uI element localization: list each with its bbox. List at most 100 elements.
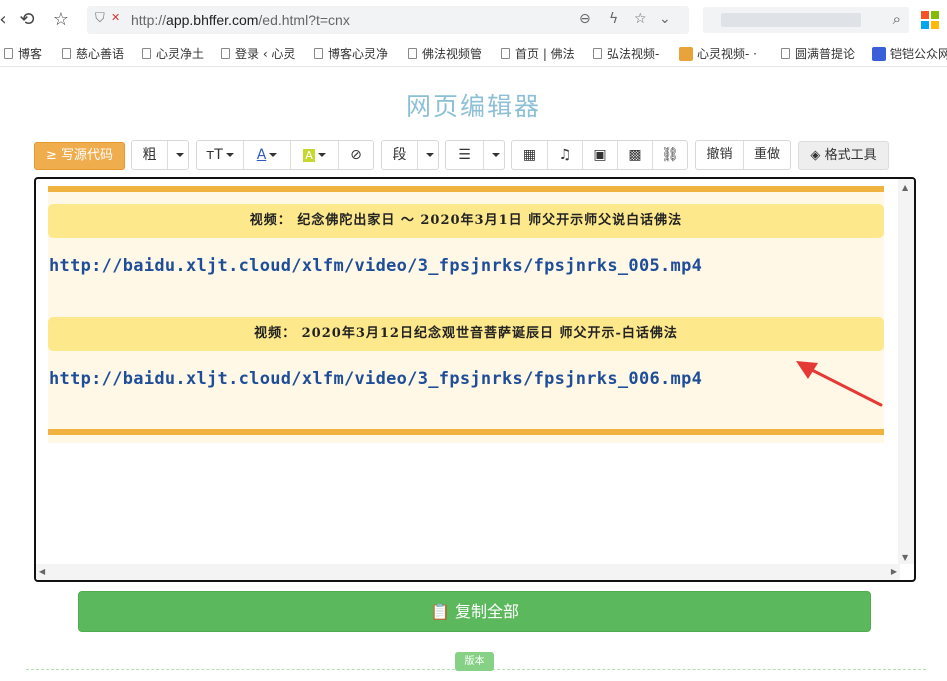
align-button[interactable]: ☰ <box>446 141 484 169</box>
bold-dropdown[interactable] <box>168 141 188 169</box>
align-group: ☰ <box>445 140 505 170</box>
search-icon[interactable]: ⌕ <box>893 10 901 28</box>
search-text-blurred <box>721 13 861 27</box>
page-icon <box>62 48 71 59</box>
terminal-icon: ≥ <box>45 148 57 163</box>
bottom-stripe <box>48 429 884 435</box>
chevron-down-icon[interactable]: ⌄ <box>659 11 671 27</box>
address-bar[interactable]: ⛉ ✕ http://app.bhffer.com/ed.html?t=cnx … <box>87 6 689 34</box>
clear-format-icon: ⊘ <box>350 147 362 163</box>
bookmark-item[interactable]: 心灵净土 <box>142 46 204 62</box>
caret-down-icon <box>491 153 500 157</box>
paragraph-button[interactable]: 段 <box>382 141 418 169</box>
font-color-button[interactable]: A <box>244 141 291 169</box>
page-title: 网页编辑器 <box>405 92 541 121</box>
bookmark-item[interactable]: 弘法视频- <box>593 46 659 62</box>
source-code-button[interactable]: ≥ 写源代码 <box>34 142 125 170</box>
bookmark-item[interactable]: 佛法视频管 <box>408 46 482 62</box>
horizontal-scrollbar[interactable]: ◀ ▶ <box>36 564 900 580</box>
bold-button[interactable]: 粗 <box>132 141 168 169</box>
insert-qrcode-button[interactable]: ▩ <box>618 141 653 169</box>
align-dropdown[interactable] <box>484 141 504 169</box>
caret-down-icon <box>425 153 434 157</box>
page-icon <box>4 48 13 59</box>
site-favicon-icon <box>872 47 886 61</box>
video-url[interactable]: http://baidu.xljt.cloud/xlfm/video/3_fps… <box>49 369 702 389</box>
clear-format-button[interactable]: ⊘ <box>339 141 373 169</box>
image-icon: ▣ <box>593 147 607 163</box>
scroll-up-icon[interactable]: ▲ <box>902 183 908 192</box>
browser-toolbar: ‹ ⟲ ☆ ⛉ ✕ http://app.bhffer.com/ed.html?… <box>0 0 947 40</box>
editor-area[interactable]: 视频： 纪念佛陀出家日 ～ 2020年3月1日 师父开示师父说白话佛法 http… <box>34 177 916 582</box>
scroll-down-icon[interactable]: ▼ <box>902 553 908 562</box>
vertical-scrollbar[interactable]: ▲ ▼ <box>898 179 914 564</box>
font-size-icon: ᴛT <box>206 147 223 163</box>
qrcode-icon: ▩ <box>628 147 642 163</box>
red-arrow-annotation <box>796 361 883 407</box>
bookmark-item[interactable]: 博客心灵净 <box>314 46 388 62</box>
video-title: 视频： 2020年3月12日纪念观世音菩萨诞辰日 师父开示-白话佛法 <box>48 317 884 351</box>
film-icon: ▦ <box>522 147 537 163</box>
history-group: 撤销 重做 <box>695 140 791 170</box>
lightning-icon[interactable]: ϟ <box>609 11 618 27</box>
page-icon <box>314 48 323 59</box>
page-icon <box>221 48 230 59</box>
bookmark-item[interactable]: 博客 <box>4 46 42 62</box>
clipboard-icon: 📋 <box>429 602 450 621</box>
scroll-left-icon[interactable]: ◀ <box>39 567 45 576</box>
version-badge[interactable]: 版本 <box>455 652 494 671</box>
insert-image-button[interactable]: ▣ <box>583 141 618 169</box>
paragraph-dropdown[interactable] <box>418 141 438 169</box>
page-icon <box>501 48 510 59</box>
undo-button[interactable]: 撤销 <box>696 141 744 169</box>
page-icon <box>408 48 417 59</box>
caret-down-icon <box>225 153 234 157</box>
insert-link-button[interactable]: ⛓ <box>653 141 687 169</box>
eye-slash-icon: ◈ <box>810 148 821 163</box>
align-center-icon: ☰ <box>458 147 471 163</box>
reload-icon[interactable]: ⟲ <box>16 8 38 32</box>
bookmark-item[interactable]: 圆满普提论 <box>781 46 855 62</box>
video-list: 视频： 纪念佛陀出家日 ～ 2020年3月1日 师父开示师父说白话佛法 http… <box>48 186 884 443</box>
page-icon <box>142 48 151 59</box>
page-icon <box>593 48 602 59</box>
search-box[interactable]: ⌕ <box>703 7 909 33</box>
link-icon: ⛓ <box>661 147 679 163</box>
bookmark-item[interactable]: 首页 | 佛法 <box>501 46 575 62</box>
bookmark-item[interactable]: 登录 ‹ 心灵 <box>221 46 295 62</box>
caret-down-icon <box>175 153 184 157</box>
bookmark-star-icon[interactable]: ☆ <box>634 11 647 27</box>
back-icon[interactable]: ‹ <box>0 8 14 32</box>
caret-down-icon <box>269 153 278 157</box>
video-url[interactable]: http://baidu.xljt.cloud/xlfm/video/3_fps… <box>49 256 702 276</box>
caret-down-icon <box>317 153 326 157</box>
font-size-button[interactable]: ᴛT <box>197 141 244 169</box>
insert-group: ▦ ♫ ▣ ▩ ⛓ <box>511 140 688 170</box>
insert-video-button[interactable]: ▦ <box>512 141 548 169</box>
format-tool-button[interactable]: ◈ 格式工具 <box>798 141 889 170</box>
scroll-right-icon[interactable]: ▶ <box>891 567 897 576</box>
shield-icon[interactable]: ⛉ <box>95 11 105 26</box>
text-format-group: ᴛT A A ⊘ <box>196 140 374 170</box>
page-icon <box>781 48 790 59</box>
address-url[interactable]: http://app.bhffer.com/ed.html?t=cnx <box>131 12 350 28</box>
font-color-icon: A <box>256 147 267 163</box>
top-stripe <box>48 186 884 192</box>
video-title: 视频： 纪念佛陀出家日 ～ 2020年3月1日 师父开示师父说白话佛法 <box>48 204 884 238</box>
highlight-icon: A <box>303 149 315 162</box>
insert-audio-button[interactable]: ♫ <box>548 141 583 169</box>
site-favicon-icon <box>679 47 693 61</box>
background-color-button[interactable]: A <box>291 141 339 169</box>
bold-group: 粗 <box>131 140 189 170</box>
apps-icon[interactable] <box>921 11 939 29</box>
bookmark-item[interactable]: 慈心善语 <box>62 46 124 62</box>
bookmark-item[interactable]: 铠铠公众网 <box>872 46 947 62</box>
copy-all-button[interactable]: 📋 复制全部 <box>78 591 871 632</box>
music-icon: ♫ <box>558 147 572 163</box>
insecure-icon[interactable]: ✕ <box>111 11 120 24</box>
star-icon[interactable]: ☆ <box>50 8 72 32</box>
bookmark-item[interactable]: 心灵视频- · <box>679 46 757 62</box>
zoom-icon[interactable]: ⊖ <box>579 11 591 27</box>
redo-button[interactable]: 重做 <box>744 141 790 169</box>
bookmarks-bar: 博客 慈心善语 心灵净土 登录 ‹ 心灵 博客心灵净 佛法视频管 首页 | 佛法… <box>0 41 947 67</box>
